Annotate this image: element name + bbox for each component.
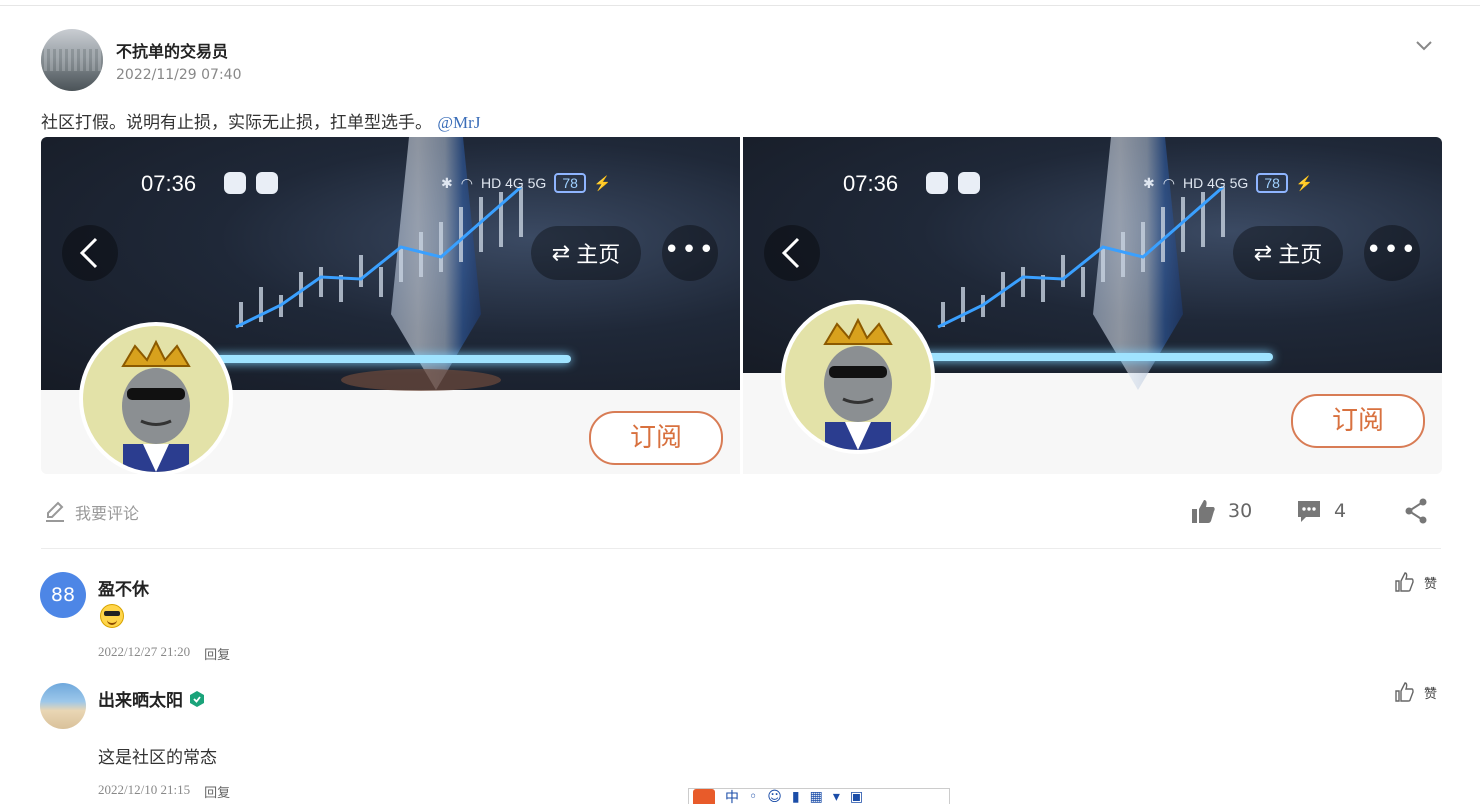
top-divider (0, 5, 1480, 6)
avatar[interactable] (40, 683, 86, 729)
ime-keyboard-icon[interactable]: ▦ (810, 789, 823, 804)
swap-icon: ⇄ (552, 241, 570, 266)
more-icon[interactable]: ••• (1364, 225, 1420, 281)
more-icon[interactable]: ••• (662, 225, 718, 281)
author-name[interactable]: 不抗单的交易员 (116, 38, 228, 62)
home-label: 主页 (576, 237, 620, 269)
network-indicators: HD 4G 5G (481, 175, 546, 191)
comment-time: 2022/12/27 21:20 (98, 644, 190, 663)
network-indicators: HD 4G 5G (1183, 175, 1248, 191)
comment-meta: 2022/12/27 21:20 回复 (98, 644, 230, 663)
like-count: 30 (1228, 500, 1252, 522)
wechat-icon (926, 172, 948, 194)
ime-mic-icon[interactable]: ▮ (792, 789, 800, 804)
wechat-icon (224, 172, 246, 194)
chevron-down-icon[interactable] (1414, 36, 1434, 56)
profile-avatar (79, 322, 233, 474)
wifi-icon: ◠ (461, 175, 473, 192)
profile-avatar (781, 300, 935, 454)
wifi-icon: ◠ (1163, 175, 1175, 192)
swap-icon: ⇄ (1254, 241, 1272, 266)
thumbs-up-outline-icon (1394, 572, 1414, 592)
chevron-left-icon (780, 237, 804, 269)
comment-text: 这是社区的常态 (98, 743, 217, 768)
commenter-name-text: 盈不休 (98, 575, 149, 600)
ime-emoji-icon[interactable]: ☺ (767, 789, 782, 804)
bluetooth-icon: ✱ (441, 175, 453, 192)
verified-badge-icon (189, 691, 205, 707)
reply-button[interactable]: 回复 (204, 782, 230, 801)
ime-logo-icon (693, 789, 715, 804)
ime-skin-icon[interactable]: ▾ (833, 789, 840, 804)
ime-toolbar[interactable]: 中 ◦ ☺ ▮ ▦ ▾ ▣ (688, 788, 950, 804)
post-body: 社区打假。说明有止损，实际无止损，扛单型选手。 (41, 113, 432, 133)
status-clock: 07:36 (141, 171, 196, 197)
ime-menu-icon[interactable]: ▣ (850, 789, 863, 804)
status-clock: 07:36 (843, 171, 898, 197)
post-image-1[interactable]: 07:36 ✱ ◠ HD 4G 5G 78 ⚡ ⇄主页 ••• 订阅 (41, 137, 740, 474)
share-icon (1404, 498, 1428, 524)
ime-mode-label[interactable]: 中 (725, 788, 739, 804)
candlestick-chart-graphic (221, 177, 561, 347)
comment-entry[interactable]: 我要评论 (43, 500, 139, 524)
status-right: ✱ ◠ HD 4G 5G 78 ⚡ (441, 173, 611, 193)
comment-meta: 2022/12/10 21:15 回复 (98, 782, 230, 801)
edit-icon (43, 500, 67, 524)
charging-icon: ⚡ (1296, 175, 1313, 192)
comment-time: 2022/12/10 21:15 (98, 782, 190, 801)
ime-punct-icon[interactable]: ◦ (749, 789, 757, 804)
post-image-2[interactable]: 07:36 ✱ ◠ HD 4G 5G 78 ⚡ ⇄主页 ••• 订阅 (743, 137, 1442, 474)
like-label: 赞 (1424, 683, 1437, 702)
post-text: 社区打假。说明有止损，实际无止损，扛单型选手。 @MrJ (41, 108, 480, 133)
status-app-icons (224, 172, 278, 194)
back-button[interactable] (62, 225, 118, 281)
commenter-name[interactable]: 盈不休 (98, 575, 149, 600)
subscribe-button[interactable]: 订阅 (1291, 394, 1425, 448)
comment-like-button[interactable]: 赞 (1394, 682, 1437, 702)
like-button[interactable]: 30 (1190, 498, 1252, 524)
glow-bar (913, 353, 1273, 361)
mention-link[interactable]: @MrJ (437, 113, 480, 132)
candlestick-chart-graphic (923, 177, 1263, 347)
commenter-name-text: 出来晒太阳 (98, 686, 183, 711)
battery-indicator: 78 (1256, 173, 1288, 193)
chevron-left-icon (78, 237, 102, 269)
avatar[interactable]: 88 (40, 572, 86, 618)
glow-bar (211, 355, 571, 363)
charging-icon: ⚡ (594, 175, 611, 192)
hand-graphic (341, 369, 501, 391)
reply-button[interactable]: 回复 (204, 644, 230, 663)
commenter-name[interactable]: 出来晒太阳 (98, 686, 205, 711)
comment-icon (1296, 498, 1322, 524)
status-app-icons (926, 172, 980, 194)
battery-indicator: 78 (554, 173, 586, 193)
comment-placeholder: 我要评论 (75, 500, 139, 524)
home-button[interactable]: ⇄主页 (1233, 226, 1343, 280)
home-label: 主页 (1278, 237, 1322, 269)
comment-count: 4 (1334, 500, 1346, 522)
like-label: 赞 (1424, 573, 1437, 592)
baidu-icon (958, 172, 980, 194)
comment-like-button[interactable]: 赞 (1394, 572, 1437, 592)
thumbs-up-outline-icon (1394, 682, 1414, 702)
subscribe-button[interactable]: 订阅 (589, 411, 723, 465)
back-button[interactable] (764, 225, 820, 281)
bluetooth-icon: ✱ (1143, 175, 1155, 192)
thumbs-up-icon (1190, 498, 1216, 524)
sunglasses-emoji-icon (100, 604, 124, 628)
status-right: ✱ ◠ HD 4G 5G 78 ⚡ (1143, 173, 1313, 193)
section-divider (41, 548, 1441, 549)
share-button[interactable] (1404, 498, 1428, 524)
home-button[interactable]: ⇄主页 (531, 226, 641, 280)
post-time: 2022/11/29 07:40 (116, 67, 242, 83)
author-avatar[interactable] (41, 29, 103, 91)
baidu-icon (256, 172, 278, 194)
comments-button[interactable]: 4 (1296, 498, 1346, 524)
